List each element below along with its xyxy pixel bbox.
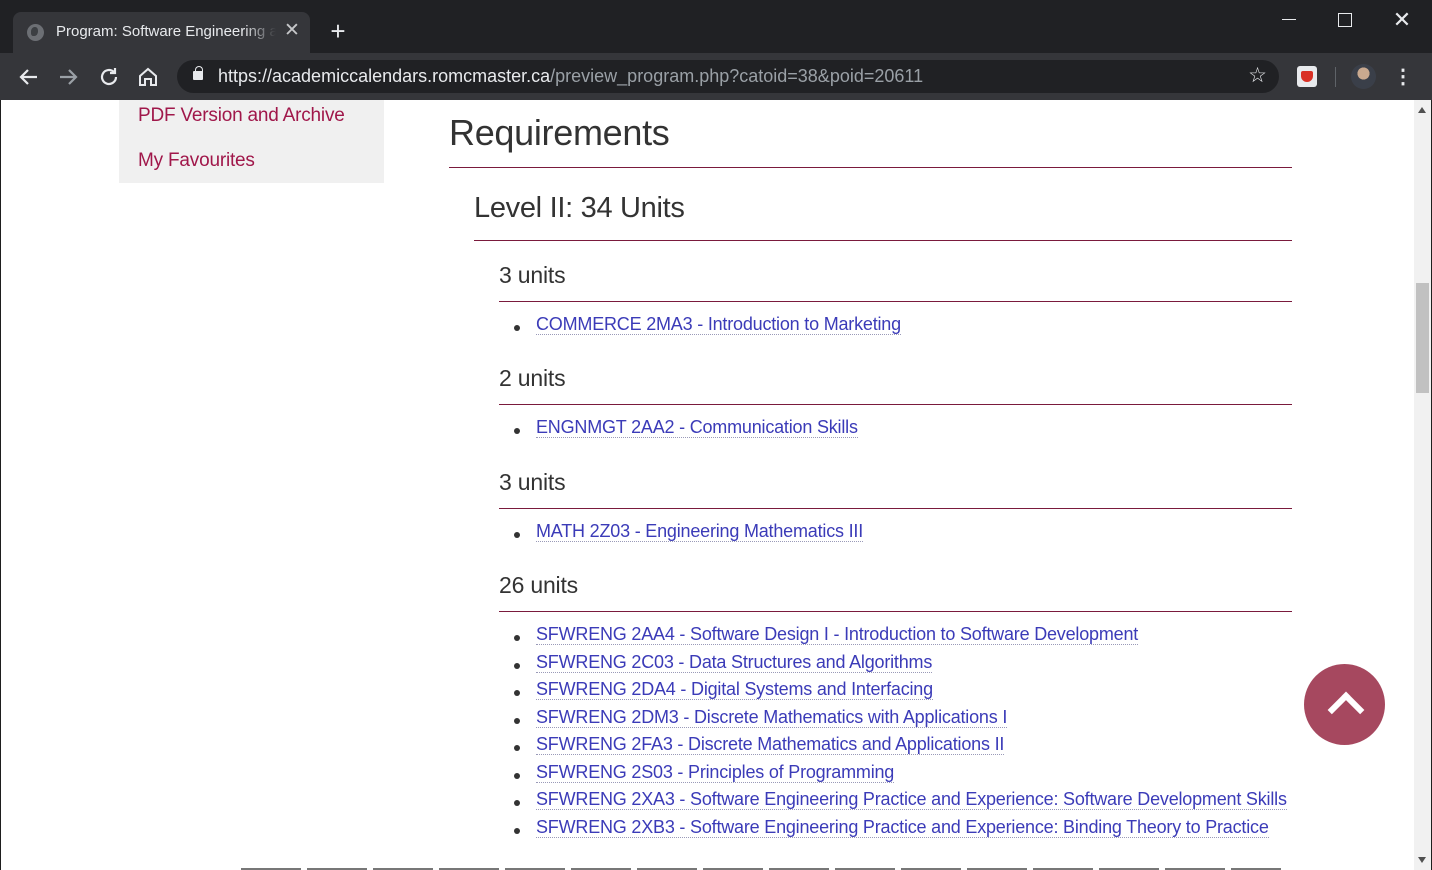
list-item: SFWRENG 2XB3 - Software Engineering Prac… xyxy=(499,816,1292,845)
course-list: ENGNMGT 2AA2 - Communication Skills xyxy=(499,417,1292,445)
url-path: /preview_program.php?catoid=38&poid=2061… xyxy=(550,66,924,86)
scrollbar-thumb[interactable] xyxy=(1416,283,1429,393)
reload-icon xyxy=(100,68,118,86)
list-item: SFWRENG 2AA4 - Software Design I - Intro… xyxy=(499,624,1292,652)
reload-button[interactable] xyxy=(95,63,123,91)
list-item: SFWRENG 2DA4 - Digital Systems and Inter… xyxy=(499,679,1292,707)
browser-toolbar: https://academiccalendars.romcmaster.ca/… xyxy=(0,53,1432,100)
list-item: SFWRENG 2FA3 - Discrete Mathematics and … xyxy=(499,734,1292,762)
course-link[interactable]: SFWRENG 2DM3 - Discrete Mathematics with… xyxy=(536,706,1007,728)
group-heading: 2 units xyxy=(499,365,1292,405)
lock-icon[interactable] xyxy=(193,66,203,80)
group-heading: 26 units xyxy=(499,572,1292,612)
course-link[interactable]: MATH 2Z03 - Engineering Mathematics III xyxy=(536,521,863,542)
maximize-button[interactable] xyxy=(1321,4,1367,36)
browser-tab[interactable]: Program: Software Engineering and Societ… xyxy=(13,12,310,53)
course-link[interactable]: ENGNMGT 2AA2 - Communication Skills xyxy=(536,417,858,438)
list-item: COMMERCE 2MA3 - Introduction to Marketin… xyxy=(499,314,1292,342)
course-link[interactable]: SFWRENG 2AA4 - Software Design I - Intro… xyxy=(536,624,1138,645)
back-button[interactable] xyxy=(15,63,43,91)
nav-link-my-favourites[interactable]: My Favourites xyxy=(138,150,255,172)
tab-title: Program: Software Engineering and Societ… xyxy=(56,23,276,40)
minimize-button[interactable] xyxy=(1266,4,1312,36)
arrow-right-icon xyxy=(60,69,78,85)
back-to-top-button[interactable] xyxy=(1304,664,1385,745)
bookmark-star-icon[interactable]: ☆ xyxy=(1248,62,1267,90)
list-item: SFWRENG 2DM3 - Discrete Mathematics with… xyxy=(499,706,1292,735)
arrow-left-icon xyxy=(19,69,37,85)
course-group: 2 units ENGNMGT 2AA2 - Communication Ski… xyxy=(499,365,1292,445)
list-item: SFWRENG 2C03 - Data Structures and Algor… xyxy=(499,651,1292,680)
home-icon xyxy=(139,67,157,86)
close-window-button[interactable]: ✕ xyxy=(1379,4,1425,36)
profile-avatar[interactable] xyxy=(1351,64,1376,89)
list-item: SFWRENG 2XA3 - Software Engineering Prac… xyxy=(499,789,1292,817)
clipped-footer-text xyxy=(241,860,1281,870)
home-button[interactable] xyxy=(134,63,162,91)
course-link[interactable]: SFWRENG 2DA4 - Digital Systems and Inter… xyxy=(536,679,933,700)
list-item: ENGNMGT 2AA2 - Communication Skills xyxy=(499,417,1292,445)
course-link[interactable]: SFWRENG 2C03 - Data Structures and Algor… xyxy=(536,651,932,673)
globe-icon xyxy=(27,24,44,41)
vertical-scrollbar[interactable] xyxy=(1414,100,1431,870)
list-item: MATH 2Z03 - Engineering Mathematics III xyxy=(499,521,1292,549)
course-list: SFWRENG 2AA4 - Software Design I - Intro… xyxy=(499,624,1292,844)
forward-button[interactable] xyxy=(54,63,82,91)
group-heading: 3 units xyxy=(499,469,1292,509)
scroll-down-arrow-icon[interactable] xyxy=(1418,857,1426,863)
list-item: SFWRENG 2S03 - Principles of Programming xyxy=(499,761,1292,790)
course-link[interactable]: SFWRENG 2XA3 - Software Engineering Prac… xyxy=(536,789,1287,810)
course-group: 26 units SFWRENG 2AA4 - Software Design … xyxy=(499,572,1292,844)
left-navigation: PDF Version and Archive My Favourites xyxy=(119,100,384,183)
course-link[interactable]: SFWRENG 2FA3 - Discrete Mathematics and … xyxy=(536,734,1004,755)
course-group: 3 units COMMERCE 2MA3 - Introduction to … xyxy=(499,262,1292,342)
group-heading: 3 units xyxy=(499,262,1292,302)
level-heading: Level II: 34 Units xyxy=(474,192,1292,241)
page-title: Requirements xyxy=(449,112,1292,168)
course-link[interactable]: SFWRENG 2S03 - Principles of Programming xyxy=(536,761,894,783)
course-list: MATH 2Z03 - Engineering Mathematics III xyxy=(499,521,1292,549)
nav-link-pdf-archive[interactable]: PDF Version and Archive xyxy=(138,105,345,127)
course-group: 3 units MATH 2Z03 - Engineering Mathemat… xyxy=(499,469,1292,549)
tab-strip: Program: Software Engineering and Societ… xyxy=(0,0,1432,53)
kebab-menu-icon[interactable]: ⋮ xyxy=(1393,63,1413,91)
address-bar[interactable]: https://academiccalendars.romcmaster.ca/… xyxy=(177,60,1279,93)
toolbar-divider xyxy=(1335,67,1336,87)
extension-icon[interactable] xyxy=(1297,66,1317,87)
scroll-up-arrow-icon[interactable] xyxy=(1418,107,1426,113)
close-tab-icon[interactable]: ✕ xyxy=(282,20,302,42)
course-link[interactable]: COMMERCE 2MA3 - Introduction to Marketin… xyxy=(536,314,901,335)
url-host: https://academiccalendars.romcmaster.ca xyxy=(218,66,551,86)
new-tab-button[interactable]: + xyxy=(325,18,351,44)
course-list: COMMERCE 2MA3 - Introduction to Marketin… xyxy=(499,314,1292,342)
course-link[interactable]: SFWRENG 2XB3 - Software Engineering Prac… xyxy=(536,816,1269,838)
page-viewport: PDF Version and Archive My Favourites Re… xyxy=(0,100,1432,870)
url-text[interactable]: https://academiccalendars.romcmaster.ca/… xyxy=(218,66,923,87)
